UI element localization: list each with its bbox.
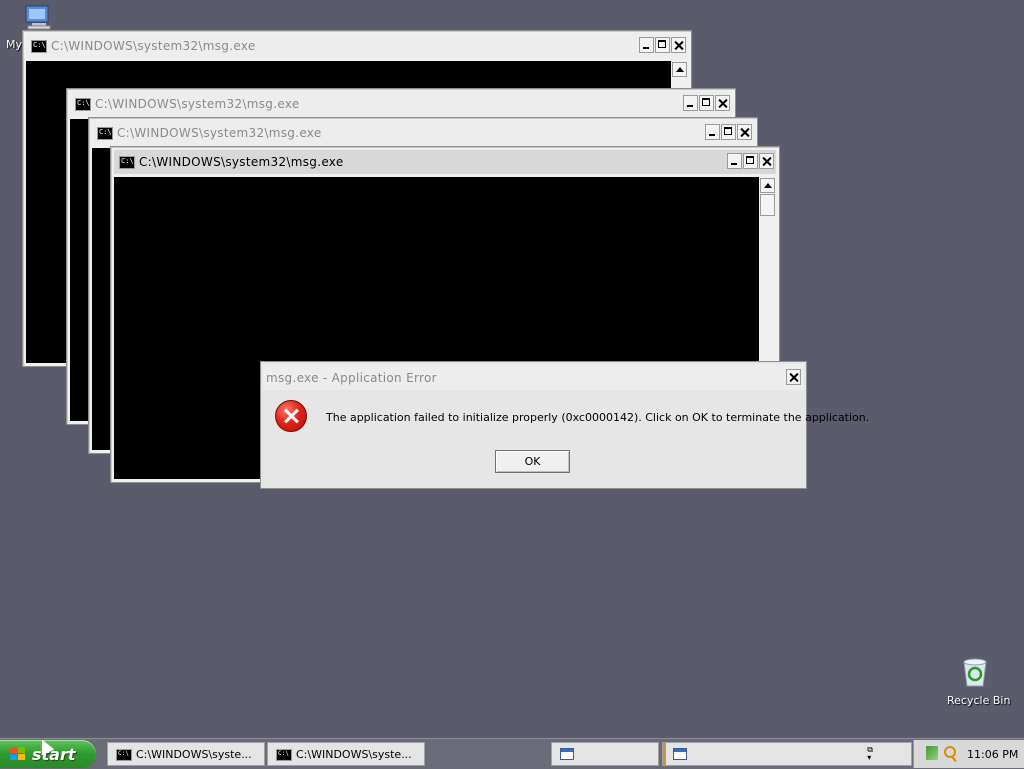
system-tray: 11:06 PM [913,740,1024,768]
scroll-up-button[interactable] [760,178,775,193]
minimize-button[interactable] [705,124,720,140]
scroll-up-button[interactable] [672,62,687,77]
close-button[interactable] [759,153,774,169]
application-error-dialog[interactable]: msg.exe - Application Error The applicat… [260,361,869,489]
dialog-title: msg.exe - Application Error [266,371,437,385]
maximize-button[interactable] [743,153,758,169]
computer-icon [25,5,51,30]
close-button[interactable] [737,124,752,140]
taskbar-button-console-2[interactable]: C:\ C:\WINDOWS\syste... [267,742,425,766]
close-button[interactable] [671,37,686,53]
window-title: C:\WINDOWS\system32\msg.exe [139,155,344,169]
console-icon: C:\ [31,40,47,53]
taskbar: start C:\ C:\WINDOWS\syste... C:\ C:\WIN… [0,738,1024,769]
window-title: C:\WINDOWS\system32\msg.exe [95,97,300,111]
toolbar-separator [663,743,666,765]
window-icon [673,748,687,760]
window-title: C:\WINDOWS\system32\msg.exe [117,126,322,140]
maximize-button[interactable] [721,124,736,140]
title-bar[interactable]: C:\ C:\WINDOWS\system32\msg.exe [92,121,754,145]
search-icon[interactable] [944,746,956,758]
minimize-button[interactable] [727,153,742,169]
ok-button[interactable]: OK [495,450,570,473]
window-title: C:\WINDOWS\system32\msg.exe [51,39,256,53]
taskbar-button-console-1[interactable]: C:\ C:\WINDOWS\syste... [107,742,265,766]
recycle-bin-label: Recycle Bin [947,694,1011,707]
minimize-button[interactable] [639,37,654,53]
windows-logo-icon [10,747,25,760]
console-icon: C:\ [119,156,135,169]
scroll-thumb[interactable] [760,194,775,216]
recycle-bin-icon [963,658,987,687]
title-bar[interactable]: C:\ C:\WINDOWS\system32\msg.exe [114,150,776,174]
close-button[interactable] [715,95,730,111]
title-bar[interactable]: C:\ C:\WINDOWS\system32\msg.exe [26,34,688,58]
maximize-button[interactable] [699,95,714,111]
clock[interactable]: 11:06 PM [967,748,1018,761]
overflow-arrows-icon[interactable]: ⧉ ▾ [867,746,873,762]
my-computer-label: My [6,38,23,51]
taskbar-window-button[interactable] [551,742,659,766]
error-message: The application failed to initialize pro… [326,411,870,424]
dialog-close-button[interactable] [786,369,801,385]
console-icon: C:\ [276,749,292,761]
taskbar-button-label: C:\WINDOWS\syste... [296,748,412,761]
taskbar-button-label: C:\WINDOWS\syste... [136,748,252,761]
title-bar[interactable]: C:\ C:\WINDOWS\system32\msg.exe [70,92,732,116]
console-icon: C:\ [97,127,113,140]
window-icon [560,748,574,760]
console-icon: C:\ [116,749,132,761]
dialog-title-bar[interactable]: msg.exe - Application Error [263,364,804,390]
error-icon [275,400,307,432]
minimize-button[interactable] [683,95,698,111]
maximize-button[interactable] [655,37,670,53]
console-icon: C:\ [75,98,91,111]
taskbar-window-button[interactable]: ⧉ ▾ [662,742,912,766]
network-icon[interactable] [926,746,938,760]
